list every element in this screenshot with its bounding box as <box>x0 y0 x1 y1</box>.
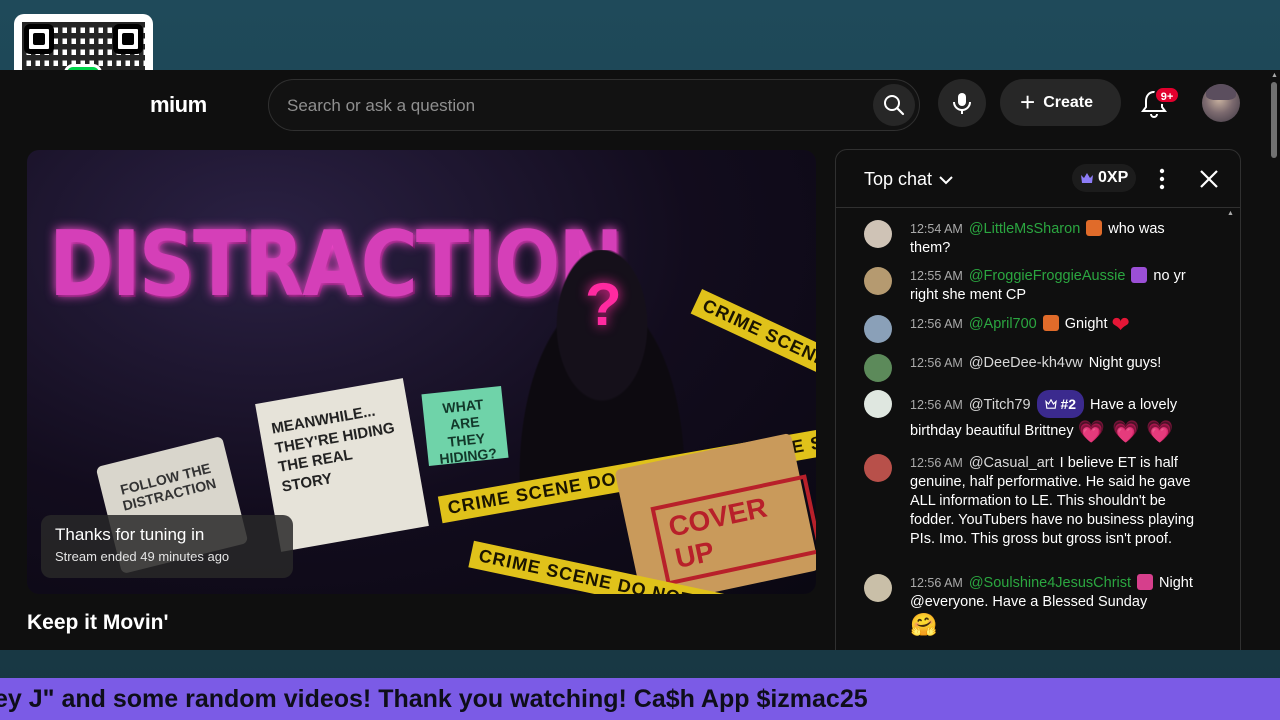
search-icon <box>884 95 905 116</box>
account-avatar[interactable] <box>1202 84 1240 122</box>
video-title: Keep it Movin' <box>27 611 169 634</box>
rank-label: #2 <box>1060 396 1077 412</box>
chat-message: 12:56 AM @April700 Gnight ❤ <box>864 313 1204 343</box>
live-chat-panel: Top chat 0XP 12:54 AM @LittleMsSharon wh… <box>835 149 1241 650</box>
video-player[interactable]: DISTRACTION ? CRIME SCENE MEANWHILE... T… <box>27 150 816 594</box>
voice-search-button[interactable] <box>938 79 986 127</box>
close-icon[interactable] <box>1196 166 1222 192</box>
qr-finder <box>113 24 143 54</box>
hug-emoji: 🤗 <box>910 613 938 638</box>
chat-message: 12:56 AM @Titch79 #2 Have a lovely birthda… <box>864 390 1204 446</box>
message-time: 12:56 AM <box>910 576 963 590</box>
chat-message: 12:56 AM @DeeDee-kh4vw Night guys! <box>864 354 1204 382</box>
heart-emoji: 💗 💗 💗 <box>1077 420 1174 445</box>
scrolling-ticker: ey J" and some random videos! Thank you … <box>0 678 1280 720</box>
avatar[interactable] <box>864 454 892 482</box>
youtube-window: mium + Create 9+ DISTRACTION ? CRIME SCE… <box>0 70 1280 650</box>
chat-message: 12:54 AM @LittleMsSharon who was them? <box>864 220 1204 258</box>
chat-header: Top chat 0XP <box>836 150 1240 208</box>
member-badge-icon <box>1042 315 1059 331</box>
chat-message: 12:56 AM @Casual_art I believe ET is half … <box>864 454 1208 549</box>
message-author[interactable]: @Titch79 <box>969 397 1031 413</box>
chat-scrollbar[interactable]: ▲ ▼ <box>1227 208 1234 650</box>
logo-text[interactable]: mium <box>150 92 207 118</box>
message-author[interactable]: @Casual_art <box>969 455 1054 471</box>
thumbnail-question: ? <box>585 271 622 338</box>
scroll-up-icon[interactable]: ▲ <box>1271 72 1278 79</box>
chat-message: 12:56 AM @Soulshine4JesusChrist Night @eve… <box>864 574 1204 638</box>
message-time: 12:56 AM <box>910 398 963 412</box>
ticker-text: ey J" and some random videos! Thank you … <box>0 685 868 713</box>
avatar[interactable] <box>864 267 892 295</box>
member-badge-icon <box>1086 220 1103 236</box>
message-author[interactable]: @FroggieFroggieAussie <box>969 268 1126 284</box>
search-input[interactable] <box>287 93 857 119</box>
ended-title: Thanks for tuning in <box>55 525 205 544</box>
xp-button[interactable]: 0XP <box>1072 164 1137 192</box>
scroll-up-icon[interactable]: ▲ <box>1227 210 1234 217</box>
crown-icon <box>1044 398 1057 409</box>
scrollbar-thumb[interactable] <box>1271 82 1277 158</box>
message-author[interactable]: @Soulshine4JesusChrist <box>969 575 1131 591</box>
message-author[interactable]: @DeeDee-kh4vw <box>969 355 1083 371</box>
create-label: Create <box>1043 93 1093 111</box>
chat-mode-dropdown[interactable]: Top chat <box>864 169 954 190</box>
message-time: 12:56 AM <box>910 356 963 370</box>
message-text: Night guys! <box>1088 355 1162 371</box>
chat-message: 12:55 AM @FroggieFroggieAussie no yr right… <box>864 267 1204 305</box>
chat-messages: 12:54 AM @LittleMsSharon who was them? 12:… <box>836 208 1240 650</box>
avatar[interactable] <box>864 220 892 248</box>
stream-ended-card: Thanks for tuning in Stream ended 49 min… <box>41 515 293 578</box>
create-button[interactable]: + Create <box>1000 79 1121 126</box>
search-bar <box>268 79 920 131</box>
chevron-down-icon <box>939 175 953 184</box>
message-text: Gnight <box>1064 316 1108 332</box>
notification-badge: 9+ <box>1154 86 1180 104</box>
more-vert-icon[interactable] <box>1154 166 1170 192</box>
rank-badge: #2 <box>1036 390 1085 418</box>
member-badge-icon <box>1131 267 1148 283</box>
qr-finder <box>24 24 54 54</box>
crown-icon <box>1081 173 1093 183</box>
message-author[interactable]: @April700 <box>969 316 1037 332</box>
crime-tape: CRIME SCENE <box>690 289 816 398</box>
message-time: 12:56 AM <box>910 456 963 470</box>
message-time: 12:55 AM <box>910 269 963 283</box>
avatar[interactable] <box>864 574 892 602</box>
search-button[interactable] <box>873 84 915 126</box>
message-time: 12:54 AM <box>910 222 963 236</box>
page-scrollbar[interactable]: ▲ <box>1268 70 1280 650</box>
heart-emoji: ❤ <box>1111 313 1130 338</box>
avatar[interactable] <box>864 315 892 343</box>
ended-subtitle: Stream ended 49 minutes ago <box>55 549 230 564</box>
avatar[interactable] <box>864 354 892 382</box>
plus-icon: + <box>1020 86 1036 117</box>
chat-mode-label: Top chat <box>864 169 933 189</box>
member-badge-icon <box>1137 574 1154 590</box>
avatar[interactable] <box>864 390 892 418</box>
mic-icon <box>953 93 971 114</box>
message-time: 12:56 AM <box>910 317 963 331</box>
message-author[interactable]: @LittleMsSharon <box>969 221 1080 237</box>
xp-label: 0XP <box>1098 169 1129 186</box>
thumbnail-sticky: WHAT ARE THEY HIDING? <box>421 386 509 467</box>
